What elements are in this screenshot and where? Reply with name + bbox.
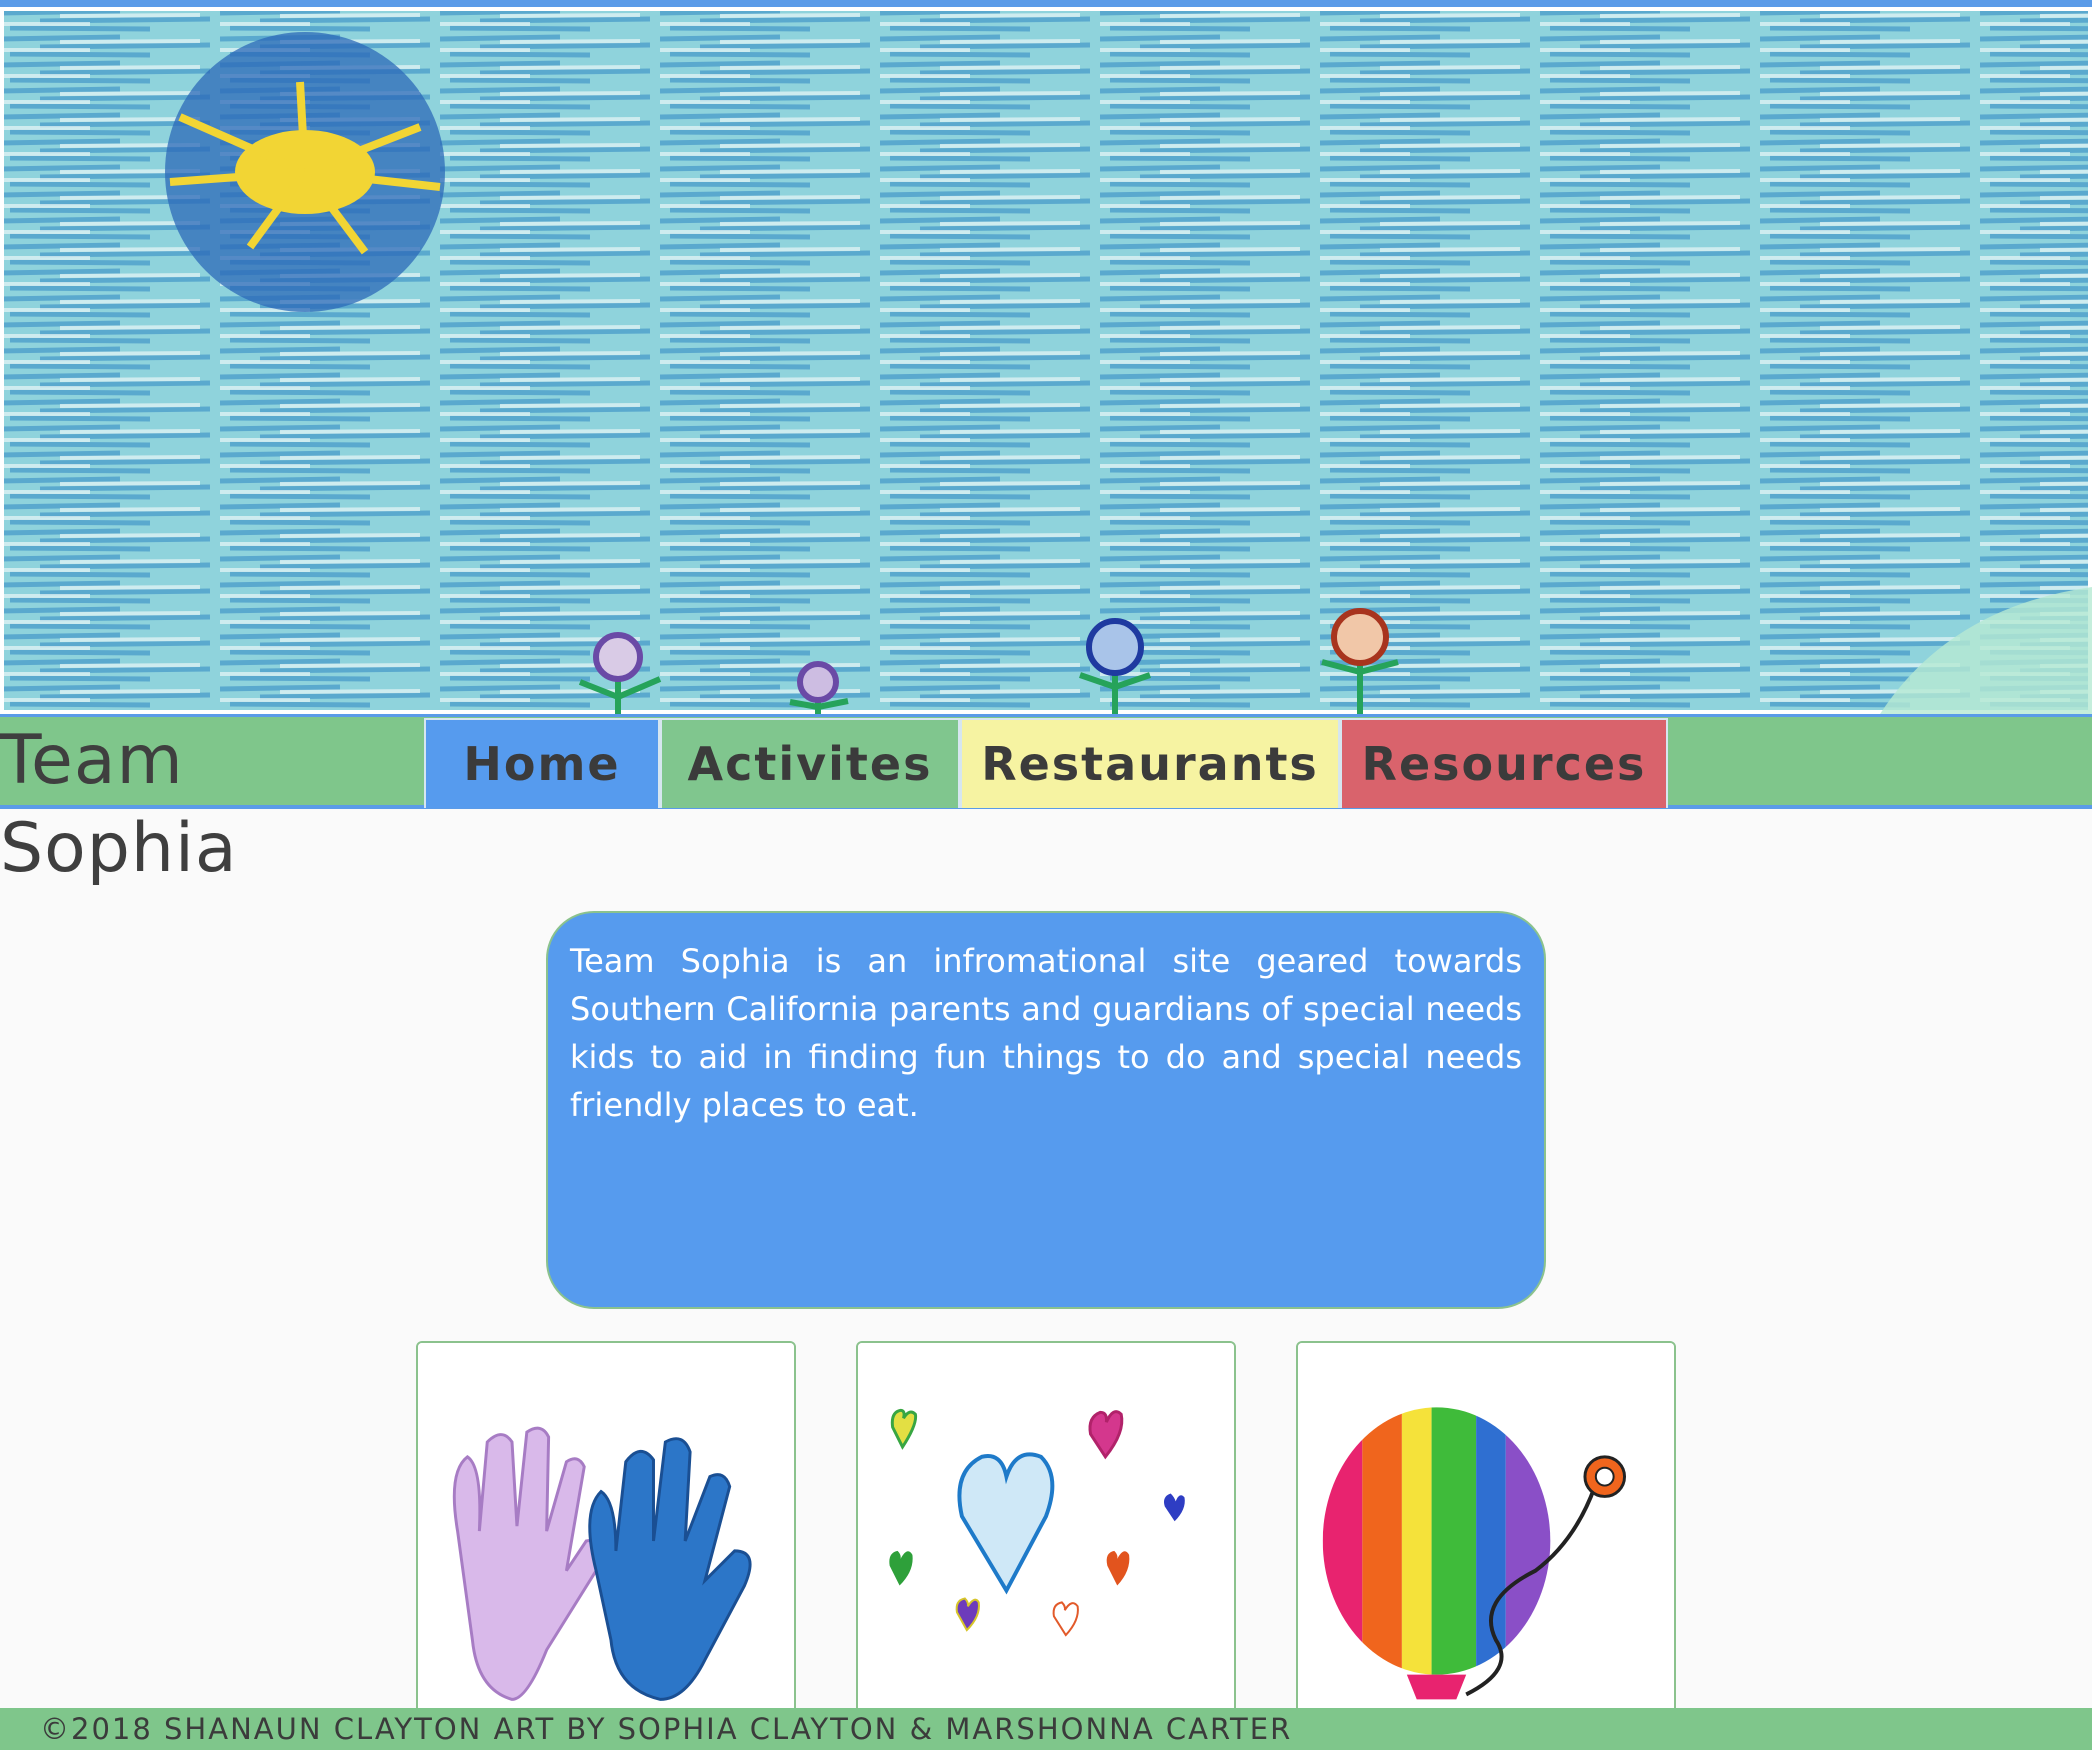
- tab-activities[interactable]: Activites: [660, 718, 960, 808]
- rainbow-balloon-drawing: [1298, 1343, 1674, 1739]
- hands-drawing: [418, 1343, 794, 1739]
- site-title[interactable]: Team Sophia: [0, 717, 420, 888]
- hearts-drawing: [858, 1343, 1234, 1739]
- intro-box: Team Sophia is an infromational site gea…: [546, 911, 1546, 1309]
- footer-credits: ©2018 Shanaun Clayton Art by Sophia Clay…: [0, 1708, 2092, 1750]
- tab-resources[interactable]: Resources: [1340, 718, 1668, 808]
- gallery-card-hands[interactable]: [416, 1341, 796, 1741]
- intro-text: Team Sophia is an infromational site gea…: [570, 942, 1522, 1124]
- tab-restaurants[interactable]: Restaurants: [960, 718, 1340, 808]
- gallery-card-hearts[interactable]: [856, 1341, 1236, 1741]
- hero-banner: [0, 0, 2092, 714]
- tab-home[interactable]: Home: [424, 718, 660, 808]
- gallery-card-balloon[interactable]: [1296, 1341, 1676, 1741]
- sun-drawing: [165, 32, 445, 312]
- nav-bar: Team Sophia Home Activites Restaurants R…: [0, 714, 2092, 888]
- sky-drawing: [0, 7, 2092, 714]
